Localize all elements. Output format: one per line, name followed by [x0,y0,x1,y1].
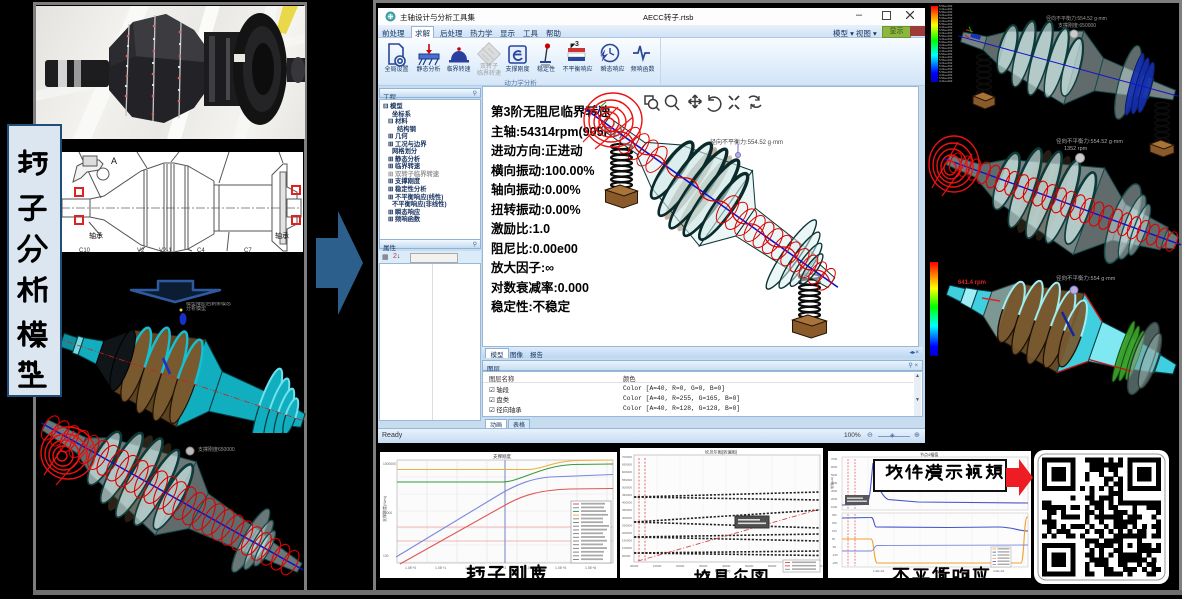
svg-text:C10: C10 [79,248,91,252]
svg-text:径向不平衡力:554 g·mm: 径向不平衡力:554 g·mm [1056,274,1116,282]
svg-text:1352 rpm: 1352 rpm [1064,146,1088,152]
svg-text:3: 3 [575,41,579,48]
svg-text:支撑刚度650000: 支撑刚度650000 [198,446,235,453]
svg-text:轴承: 轴承 [275,231,289,240]
svg-text:V2: V2 [137,248,145,252]
svg-text:径向不平衡力:554.52 g·mm: 径向不平衡力:554.52 g·mm [1046,15,1107,22]
svg-text:C4: C4 [197,248,205,252]
svg-text:支撑刚度:650000: 支撑刚度:650000 [1058,22,1096,29]
svg-text:轴承: 轴承 [89,231,103,240]
svg-text:径向不平衡力:554.52 g·mm: 径向不平衡力:554.52 g·mm [1056,137,1123,145]
svg-text:V2-1: V2-1 [159,248,172,252]
svg-text:A: A [111,156,117,166]
svg-text:641.4 rpm: 641.4 rpm [958,280,986,286]
svg-text:C7: C7 [244,248,252,252]
